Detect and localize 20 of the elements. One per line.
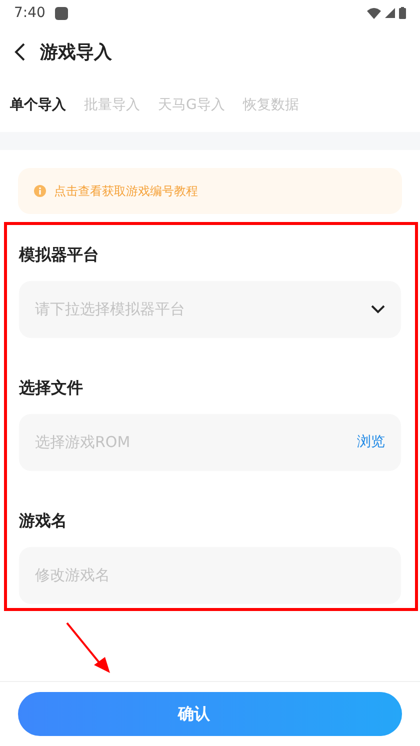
browse-link[interactable]: 浏览 [357,432,385,453]
tab[interactable]: 恢复数据 [242,94,299,116]
info-icon [34,185,46,197]
confirm-button[interactable]: 确认 [18,692,402,736]
chevron-down-icon [371,305,385,314]
tab[interactable]: 批量导入 [84,94,140,116]
notice-banner[interactable]: 点击查看获取游戏编号教程 [18,168,402,214]
status-time: 7:40 [14,4,46,22]
wifi-icon [367,8,381,18]
battery-icon [399,7,406,19]
tab[interactable]: 天马G导入 [158,94,225,116]
field-label: 选择文件 [19,377,84,399]
notice-text: 点击查看获取游戏编号教程 [54,183,198,200]
field-label: 游戏名 [19,510,68,532]
notification-icon [55,6,68,20]
back-icon[interactable] [14,42,26,62]
signal-icon [385,8,395,18]
page-title: 游戏导入 [40,40,112,64]
tab[interactable]: 单个导入 [10,94,66,116]
field-label: 模拟器平台 [19,244,100,266]
